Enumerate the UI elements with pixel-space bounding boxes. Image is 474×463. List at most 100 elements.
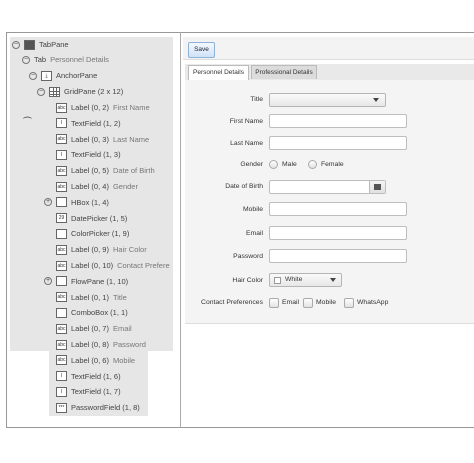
- datepicker-icon: 29: [56, 213, 67, 224]
- tree-item[interactable]: abc Label (0, 7) Email: [56, 321, 132, 336]
- chevron-down-icon: [330, 278, 336, 282]
- calendar-button[interactable]: [369, 181, 385, 193]
- hair-color-picker[interactable]: White: [269, 273, 342, 287]
- tree-item-label: Label (0, 3): [71, 134, 109, 144]
- title-label: Title: [250, 96, 263, 103]
- tree-node-tabpane[interactable]: − TabPane: [12, 37, 69, 52]
- tree-item[interactable]: abc Label (0, 2) First Name: [56, 100, 150, 115]
- dob-datepicker[interactable]: [269, 180, 386, 194]
- title-combobox[interactable]: [269, 93, 386, 107]
- tree-item-label: HBox (1, 4): [71, 197, 109, 207]
- tree-item[interactable]: abc Label (0, 5) Date of Birth: [56, 163, 155, 178]
- gender-label: Gender: [240, 161, 263, 168]
- gender-female-radio[interactable]: [308, 160, 317, 169]
- tree-item-detail: Date of Birth: [112, 166, 155, 176]
- tree-item[interactable]: I TextField (1, 2): [56, 116, 121, 131]
- contact-whatsapp-checkbox[interactable]: [344, 298, 354, 308]
- collapse-icon[interactable]: −: [22, 55, 30, 64]
- label-icon: abc: [56, 102, 67, 113]
- tabpane-icon: [24, 39, 35, 50]
- tree-node-label: GridPane (2 x 12): [64, 87, 124, 96]
- label-icon: abc: [56, 292, 67, 303]
- colorpicker-icon: [56, 228, 67, 239]
- tree-item-detail: Email: [112, 324, 132, 334]
- tree-item[interactable]: + HBox (1, 4): [44, 195, 109, 210]
- split-divider[interactable]: [180, 32, 181, 428]
- password-field[interactable]: [269, 249, 407, 263]
- tree-item[interactable]: I TextField (1, 6): [56, 369, 121, 384]
- tree-item[interactable]: abc Label (0, 10) Contact Prefere: [56, 258, 170, 273]
- tab-personnel-details[interactable]: Personnel Details: [188, 65, 249, 81]
- textfield-icon: I: [56, 371, 67, 382]
- hair-color-value: White: [285, 276, 303, 283]
- tree-item[interactable]: I TextField (1, 3): [56, 147, 121, 162]
- tree-item[interactable]: abc Label (0, 9) Hair Color: [56, 242, 147, 257]
- color-swatch: [274, 277, 281, 284]
- tree-item[interactable]: I TextField (1, 7): [56, 384, 121, 399]
- collapse-icon[interactable]: −: [37, 87, 45, 96]
- passwordfield-icon: ***: [56, 402, 67, 413]
- label-icon: abc: [56, 355, 67, 366]
- dob-label: Date of Birth: [225, 183, 263, 190]
- contact-mobile-checkbox[interactable]: [303, 298, 313, 308]
- expand-icon[interactable]: +: [44, 277, 52, 286]
- tree-item[interactable]: abc Label (0, 1) Title: [56, 290, 127, 305]
- tree-item-label: Label (0, 1): [71, 292, 109, 302]
- tree-node-detail: Personnel Details: [50, 55, 109, 64]
- collapse-icon[interactable]: −: [29, 71, 37, 80]
- first-name-field[interactable]: [269, 114, 407, 128]
- tree-item-label: TextField (1, 6): [71, 371, 121, 381]
- tree-item[interactable]: abc Label (0, 8) Password: [56, 337, 146, 352]
- save-button[interactable]: Save: [188, 42, 215, 58]
- tree-node-anchorpane[interactable]: − ⤓ AnchorPane: [29, 68, 97, 83]
- tree-item-label: ComboBox (1, 1): [71, 308, 128, 318]
- last-name-label: Last Name: [230, 140, 263, 147]
- tab-icon: ⏜: [23, 117, 32, 127]
- tree-item-label: Label (0, 4): [71, 182, 109, 191]
- tree-item-label: Label (0, 2): [71, 103, 109, 112]
- textfield-icon: I: [56, 118, 67, 129]
- tree-node-gridpane[interactable]: − GridPane (2 x 12): [37, 84, 123, 99]
- tree-item-detail: Mobile: [112, 355, 136, 365]
- tree-node-tab[interactable]: − ⏜ Tab Personnel Details: [22, 52, 109, 127]
- tree-item[interactable]: + FlowPane (1, 10): [44, 274, 128, 289]
- tree-item-label: TextField (1, 7): [71, 387, 121, 397]
- last-name-field[interactable]: [269, 136, 407, 150]
- tree-node-label: Tab: [34, 55, 47, 64]
- tree-item-label: Label (0, 6): [71, 355, 109, 365]
- password-label: Password: [233, 253, 263, 260]
- contact-email-label: Email: [282, 299, 299, 306]
- tree-item-label: Label (0, 10): [71, 261, 114, 270]
- collapse-icon[interactable]: −: [12, 40, 20, 49]
- tree-item[interactable]: *** PasswordField (1, 8): [56, 400, 140, 415]
- anchorpane-icon: ⤓: [41, 70, 52, 81]
- label-icon: abc: [56, 181, 67, 192]
- contact-whatsapp-label: WhatsApp: [357, 299, 389, 306]
- tree-item[interactable]: abc Label (0, 6) Mobile: [56, 353, 135, 368]
- expand-icon[interactable]: +: [44, 198, 52, 207]
- label-icon: abc: [56, 260, 67, 271]
- gender-female-label: Female: [321, 161, 344, 168]
- tree-node-label: AnchorPane: [56, 71, 98, 80]
- tree-item[interactable]: ColorPicker (1, 9): [56, 226, 129, 241]
- tree-node-label: TabPane: [39, 40, 69, 49]
- tree-item[interactable]: abc Label (0, 3) Last Name: [56, 132, 149, 147]
- tree-item-label: Label (0, 5): [71, 166, 109, 176]
- email-field[interactable]: [269, 226, 407, 240]
- tree-item[interactable]: abc Label (0, 4) Gender: [56, 179, 138, 194]
- combobox-icon: [56, 307, 67, 318]
- toolbar: [183, 37, 474, 60]
- tree-item-label: Label (0, 9): [71, 245, 109, 255]
- mobile-label: Mobile: [242, 206, 263, 213]
- gridpane-icon: [49, 86, 60, 97]
- contact-preferences-label: Contact Preferences: [201, 299, 263, 306]
- tab-professional-details[interactable]: Professional Details: [251, 65, 317, 79]
- tree-item[interactable]: 29 DatePicker (1, 5): [56, 211, 127, 226]
- tree-item[interactable]: ComboBox (1, 1): [56, 305, 128, 320]
- gender-male-radio[interactable]: [269, 160, 278, 169]
- contact-email-checkbox[interactable]: [269, 298, 279, 308]
- label-icon: abc: [56, 165, 67, 176]
- mobile-field[interactable]: [269, 202, 407, 216]
- tree-item-detail: Last Name: [112, 134, 150, 144]
- tree-item-label: PasswordField (1, 8): [71, 403, 140, 413]
